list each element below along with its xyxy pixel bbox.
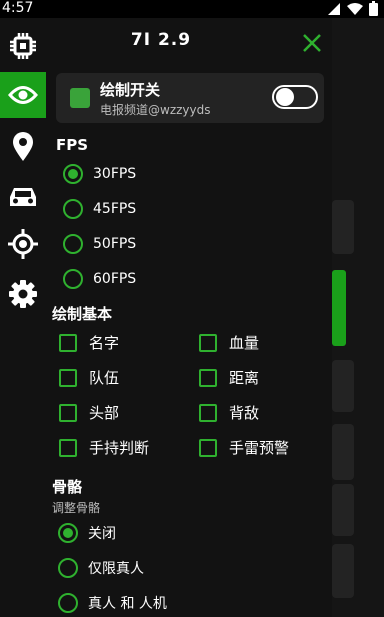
- checkbox-box: [59, 368, 77, 387]
- checkbox-box: [199, 333, 217, 352]
- checkbox-health[interactable]: 血量: [199, 332, 259, 353]
- crosshair-icon: [8, 229, 38, 259]
- checkbox-label: 手持判断: [89, 439, 150, 457]
- radio-skeleton-off[interactable]: 关闭: [58, 523, 116, 543]
- background-card: [332, 484, 354, 536]
- draw-toggle[interactable]: [272, 85, 318, 109]
- battery-icon: [369, 1, 378, 16]
- status-bar: 4:57: [0, 0, 384, 18]
- checkbox-grenade-warning[interactable]: 手雷预警: [199, 437, 289, 458]
- radio-circle: [58, 523, 78, 543]
- checkbox-behind-enemy[interactable]: 背敌: [199, 402, 259, 423]
- radio-fps-50[interactable]: 50FPS: [63, 234, 136, 254]
- checkbox-team[interactable]: 队伍: [59, 367, 119, 388]
- radio-label: 关闭: [88, 526, 116, 542]
- radio-label: 真人 和 人机: [88, 596, 167, 612]
- location-pin-icon: [13, 132, 33, 161]
- checkbox-label: 背敌: [229, 404, 260, 422]
- background-accent: [332, 270, 346, 346]
- checkbox-label: 头部: [89, 404, 120, 422]
- toggle-knob: [276, 88, 294, 106]
- page-title: 7I 2.9: [130, 30, 192, 50]
- signal-icon: [328, 2, 340, 15]
- radio-label: 30FPS: [93, 166, 137, 182]
- checkbox-label: 距离: [229, 369, 260, 387]
- radio-circle: [58, 558, 78, 578]
- car-icon: [10, 188, 36, 206]
- checkbox-box: [199, 403, 217, 422]
- eye-icon: [8, 86, 38, 104]
- radio-label: 60FPS: [93, 271, 137, 287]
- checkbox-label: 手雷预警: [229, 439, 290, 457]
- radio-label: 50FPS: [93, 236, 137, 252]
- skeleton-subheading: 调整骨骼: [52, 501, 101, 515]
- checkbox-held-weapon[interactable]: 手持判断: [59, 437, 149, 458]
- wifi-icon: [347, 2, 363, 15]
- gear-icon: [9, 280, 37, 308]
- draw-switch-subtitle: 电报频道@wzzyyds: [100, 103, 211, 117]
- background-card: [332, 200, 354, 254]
- app-logo: [70, 88, 90, 108]
- checkbox-box: [199, 368, 217, 387]
- draw-switch-title: 绘制开关: [100, 81, 161, 99]
- status-icons: [327, 1, 378, 16]
- settings-panel: 7I 2.9 绘制开关 电报频道@wzzyyds FPS 30FPS 45FPS…: [46, 18, 332, 617]
- radio-label: 45FPS: [93, 201, 137, 217]
- radio-fps-45[interactable]: 45FPS: [63, 199, 136, 219]
- radio-label: 仅限真人: [88, 561, 144, 577]
- close-icon[interactable]: [301, 32, 323, 54]
- fps-heading: FPS: [56, 136, 89, 154]
- sidebar-item-vehicle[interactable]: [0, 174, 46, 220]
- checkbox-box: [59, 403, 77, 422]
- sidebar-item-location[interactable]: [0, 124, 46, 170]
- checkbox-label: 名字: [89, 334, 120, 352]
- checkbox-label: 血量: [229, 334, 260, 352]
- radio-circle: [63, 199, 83, 219]
- checkbox-box: [199, 438, 217, 457]
- radio-fps-60[interactable]: 60FPS: [63, 269, 136, 289]
- checkbox-name[interactable]: 名字: [59, 332, 119, 353]
- sidebar-item-aim[interactable]: [0, 221, 46, 267]
- radio-skeleton-real-and-bot[interactable]: 真人 和 人机: [58, 593, 167, 613]
- radio-circle: [58, 593, 78, 613]
- sidebar-item-visual[interactable]: [0, 72, 46, 118]
- radio-fps-30[interactable]: 30FPS: [63, 164, 136, 184]
- radio-circle: [63, 269, 83, 289]
- chip-icon: [10, 33, 36, 59]
- skeleton-heading: 骨骼: [52, 478, 83, 496]
- draw-switch-card: 绘制开关 电报频道@wzzyyds: [56, 73, 324, 123]
- sidebar-item-chip[interactable]: [0, 23, 46, 69]
- checkbox-distance[interactable]: 距离: [199, 367, 259, 388]
- basic-heading: 绘制基本: [52, 305, 113, 323]
- sidebar-item-settings[interactable]: [0, 271, 46, 317]
- checkbox-box: [59, 438, 77, 457]
- status-time: 4:57: [2, 0, 34, 16]
- background-card: [332, 544, 354, 598]
- background-card: [332, 360, 354, 412]
- checkbox-head[interactable]: 头部: [59, 402, 119, 423]
- radio-circle: [63, 164, 83, 184]
- background-card: [332, 424, 354, 480]
- checkbox-label: 队伍: [89, 369, 120, 387]
- radio-skeleton-real-only[interactable]: 仅限真人: [58, 558, 144, 578]
- radio-circle: [63, 234, 83, 254]
- checkbox-box: [59, 333, 77, 352]
- sidebar: [0, 18, 46, 617]
